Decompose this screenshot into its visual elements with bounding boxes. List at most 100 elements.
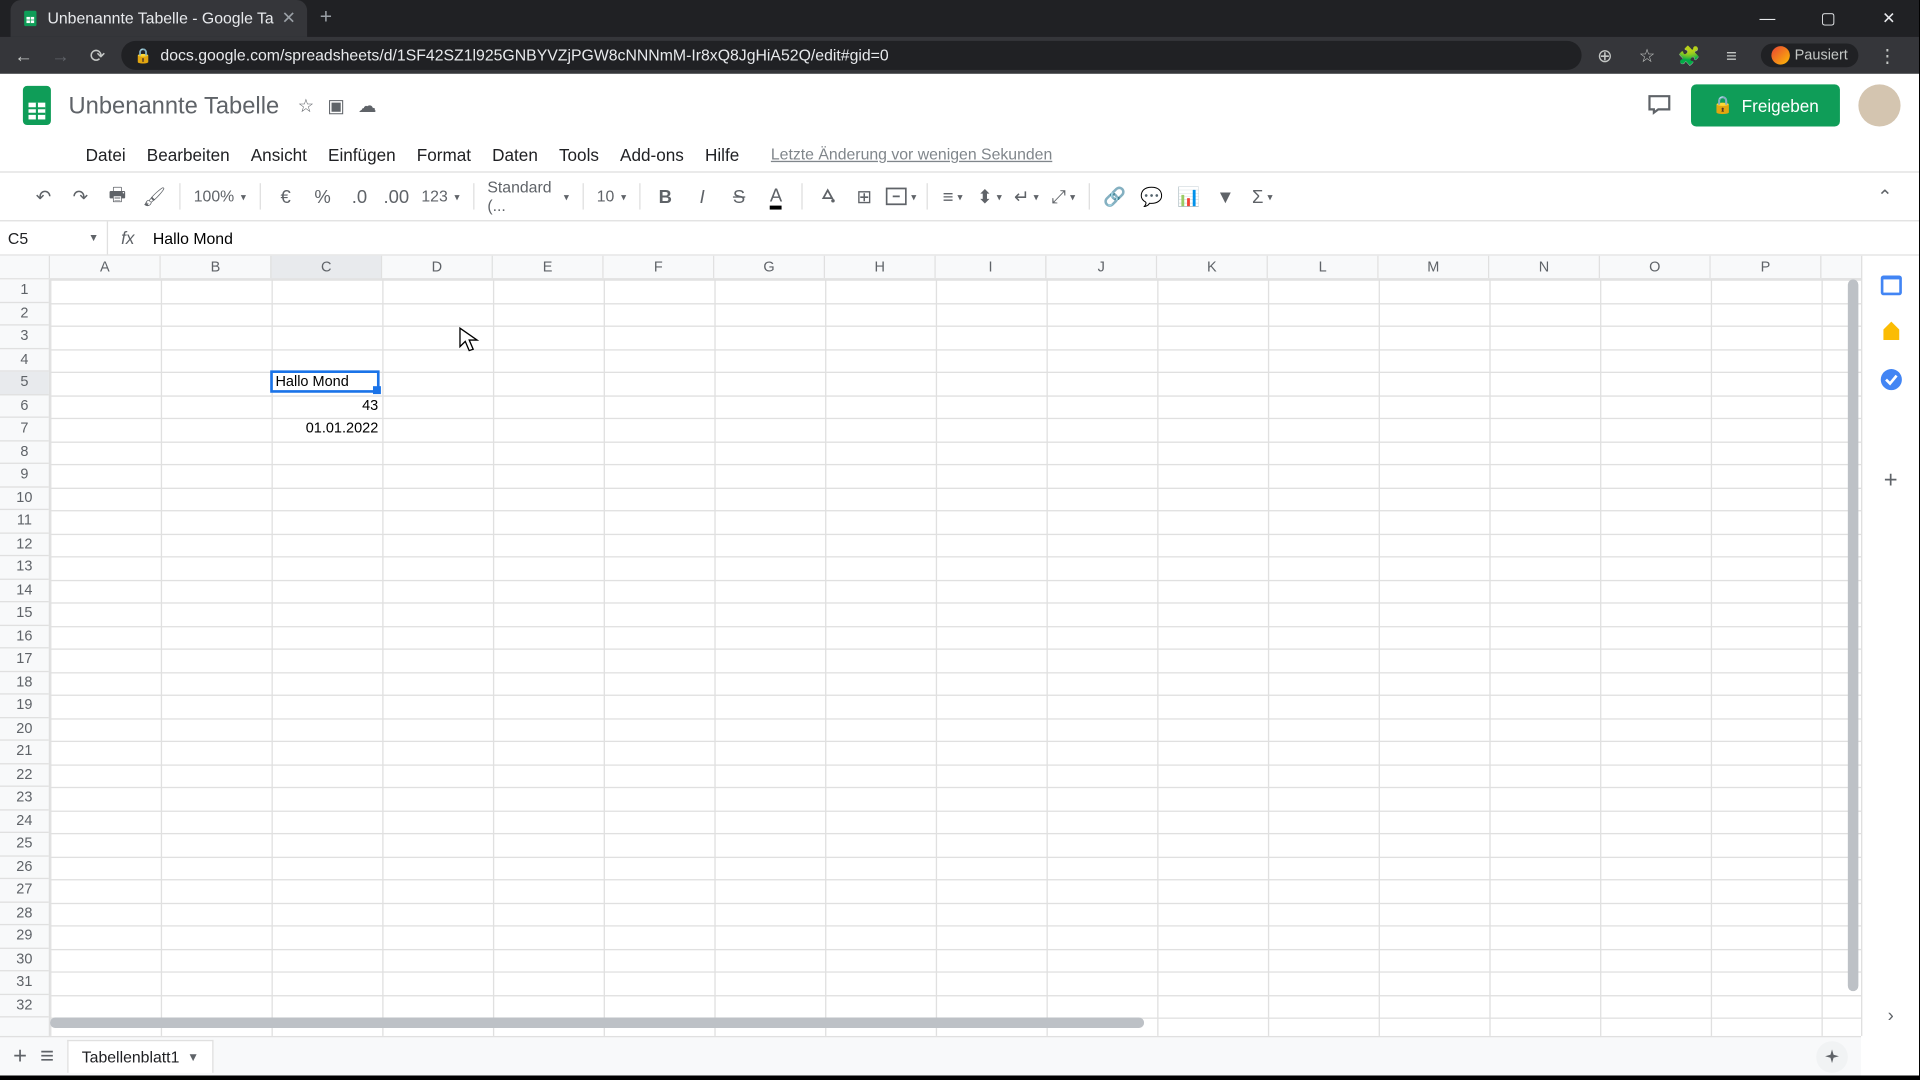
row-header-25[interactable]: 25 bbox=[0, 833, 49, 856]
italic-button[interactable]: I bbox=[685, 179, 719, 213]
insert-comment-button[interactable]: 💬 bbox=[1134, 179, 1168, 213]
menu-tools[interactable]: Tools bbox=[550, 142, 608, 167]
menu-daten[interactable]: Daten bbox=[483, 142, 547, 167]
window-maximize-button[interactable]: ▢ bbox=[1798, 0, 1859, 37]
add-side-panel-button[interactable]: + bbox=[1884, 467, 1898, 495]
window-close-button[interactable]: ✕ bbox=[1858, 0, 1919, 37]
row-header-13[interactable]: 13 bbox=[0, 556, 49, 579]
row-header-19[interactable]: 19 bbox=[0, 695, 49, 718]
column-header-P[interactable]: P bbox=[1711, 256, 1822, 278]
bold-button[interactable]: B bbox=[648, 179, 682, 213]
column-header-G[interactable]: G bbox=[714, 256, 825, 278]
address-bar[interactable]: 🔒 docs.google.com/spreadsheets/d/1SF42SZ… bbox=[121, 41, 1581, 70]
select-all-corner[interactable] bbox=[0, 256, 50, 278]
collapse-toolbar-button[interactable]: ⌃ bbox=[1877, 185, 1892, 207]
horizontal-align-button[interactable]: ≡ bbox=[935, 179, 969, 213]
reading-list-icon[interactable]: ≡ bbox=[1718, 45, 1744, 66]
cell-C6[interactable]: 43 bbox=[272, 395, 383, 418]
tab-close-icon[interactable]: ✕ bbox=[282, 8, 296, 29]
row-header-12[interactable]: 12 bbox=[0, 533, 49, 556]
font-size-select[interactable]: 10 bbox=[591, 187, 631, 205]
row-header-26[interactable]: 26 bbox=[0, 856, 49, 879]
menu-hilfe[interactable]: Hilfe bbox=[696, 142, 749, 167]
cell-C5[interactable]: Hallo Mond bbox=[272, 372, 383, 395]
explore-button[interactable] bbox=[1816, 1041, 1848, 1073]
percent-button[interactable]: % bbox=[305, 179, 339, 213]
row-header-21[interactable]: 21 bbox=[0, 741, 49, 764]
browser-tab[interactable]: Unbenannte Tabelle - Google Ta ✕ bbox=[11, 0, 307, 37]
redo-button[interactable]: ↷ bbox=[63, 179, 97, 213]
tasks-icon[interactable] bbox=[1877, 366, 1903, 392]
menu-ansicht[interactable]: Ansicht bbox=[242, 142, 317, 167]
row-header-3[interactable]: 3 bbox=[0, 326, 49, 349]
row-header-16[interactable]: 16 bbox=[0, 625, 49, 648]
decrease-decimal-button[interactable]: .0 bbox=[342, 179, 376, 213]
filter-button[interactable]: ▼ bbox=[1208, 179, 1242, 213]
column-header-H[interactable]: H bbox=[825, 256, 936, 278]
row-header-18[interactable]: 18 bbox=[0, 672, 49, 695]
number-format-select[interactable]: 123 bbox=[416, 187, 465, 205]
row-header-28[interactable]: 28 bbox=[0, 902, 49, 925]
column-header-B[interactable]: B bbox=[161, 256, 272, 278]
keep-icon[interactable] bbox=[1877, 319, 1903, 345]
merge-cells-button[interactable] bbox=[884, 179, 918, 213]
row-header-14[interactable]: 14 bbox=[0, 579, 49, 602]
column-header-F[interactable]: F bbox=[604, 256, 715, 278]
row-header-32[interactable]: 32 bbox=[0, 994, 49, 1017]
row-header-29[interactable]: 29 bbox=[0, 925, 49, 948]
all-sheets-button[interactable]: ≡ bbox=[40, 1043, 54, 1071]
row-header-10[interactable]: 10 bbox=[0, 487, 49, 510]
increase-decimal-button[interactable]: .00 bbox=[379, 179, 413, 213]
row-header-24[interactable]: 24 bbox=[0, 810, 49, 833]
calendar-icon[interactable] bbox=[1877, 272, 1903, 298]
insert-chart-button[interactable]: 📊 bbox=[1171, 179, 1205, 213]
row-header-9[interactable]: 9 bbox=[0, 464, 49, 487]
row-header-4[interactable]: 4 bbox=[0, 349, 49, 372]
row-header-7[interactable]: 7 bbox=[0, 418, 49, 441]
vertical-scrollbar[interactable] bbox=[1848, 279, 1859, 991]
zoom-icon[interactable]: ⊕ bbox=[1592, 44, 1618, 66]
cloud-status-icon[interactable]: ☁ bbox=[358, 94, 376, 116]
vertical-align-button[interactable]: ⬍ bbox=[972, 179, 1006, 213]
column-header-O[interactable]: O bbox=[1600, 256, 1711, 278]
star-icon[interactable]: ☆ bbox=[298, 94, 315, 116]
column-header-D[interactable]: D bbox=[382, 256, 493, 278]
row-header-17[interactable]: 17 bbox=[0, 648, 49, 671]
name-box[interactable]: C5 ▼ bbox=[0, 221, 108, 254]
nav-reload-button[interactable]: ⟳ bbox=[84, 44, 110, 66]
window-minimize-button[interactable]: — bbox=[1737, 0, 1798, 37]
add-sheet-button[interactable]: + bbox=[13, 1043, 27, 1071]
row-header-2[interactable]: 2 bbox=[0, 302, 49, 325]
spreadsheet-grid[interactable]: ABCDEFGHIJKLMNOP 12345678910111213141516… bbox=[0, 256, 1861, 1036]
last-edit-link[interactable]: Letzte Änderung vor wenigen Sekunden bbox=[762, 142, 1062, 166]
borders-button[interactable]: ⊞ bbox=[847, 179, 881, 213]
comments-button[interactable] bbox=[1647, 89, 1673, 122]
profile-chip[interactable]: Pausiert bbox=[1760, 43, 1858, 67]
collapse-side-panel-button[interactable]: › bbox=[1888, 1004, 1894, 1025]
row-header-22[interactable]: 22 bbox=[0, 764, 49, 787]
share-button[interactable]: 🔒 Freigeben bbox=[1691, 84, 1840, 126]
row-header-30[interactable]: 30 bbox=[0, 948, 49, 971]
menu-add-ons[interactable]: Add-ons bbox=[611, 142, 693, 167]
sheets-logo[interactable] bbox=[18, 82, 55, 129]
row-header-20[interactable]: 20 bbox=[0, 718, 49, 741]
row-header-15[interactable]: 15 bbox=[0, 602, 49, 625]
strikethrough-button[interactable]: S bbox=[722, 179, 756, 213]
menu-format[interactable]: Format bbox=[408, 142, 481, 167]
column-header-A[interactable]: A bbox=[50, 256, 161, 278]
undo-button[interactable]: ↶ bbox=[26, 179, 60, 213]
row-header-1[interactable]: 1 bbox=[0, 279, 49, 302]
new-tab-button[interactable]: + bbox=[307, 7, 346, 31]
print-button[interactable]: 🖶 bbox=[100, 179, 134, 213]
browser-menu-button[interactable]: ⋮ bbox=[1874, 44, 1900, 66]
extensions-icon[interactable]: 🧩 bbox=[1676, 44, 1702, 66]
paint-format-button[interactable]: 🖌 bbox=[137, 179, 171, 213]
column-header-N[interactable]: N bbox=[1489, 256, 1600, 278]
text-rotation-button[interactable]: ⤢ bbox=[1046, 179, 1080, 213]
column-header-L[interactable]: L bbox=[1268, 256, 1379, 278]
row-header-6[interactable]: 6 bbox=[0, 395, 49, 418]
text-color-button[interactable]: A bbox=[759, 179, 793, 213]
horizontal-scrollbar[interactable] bbox=[50, 1017, 1144, 1028]
menu-bearbeiten[interactable]: Bearbeiten bbox=[138, 142, 239, 167]
formula-input[interactable]: Hallo Mond bbox=[148, 229, 1919, 247]
